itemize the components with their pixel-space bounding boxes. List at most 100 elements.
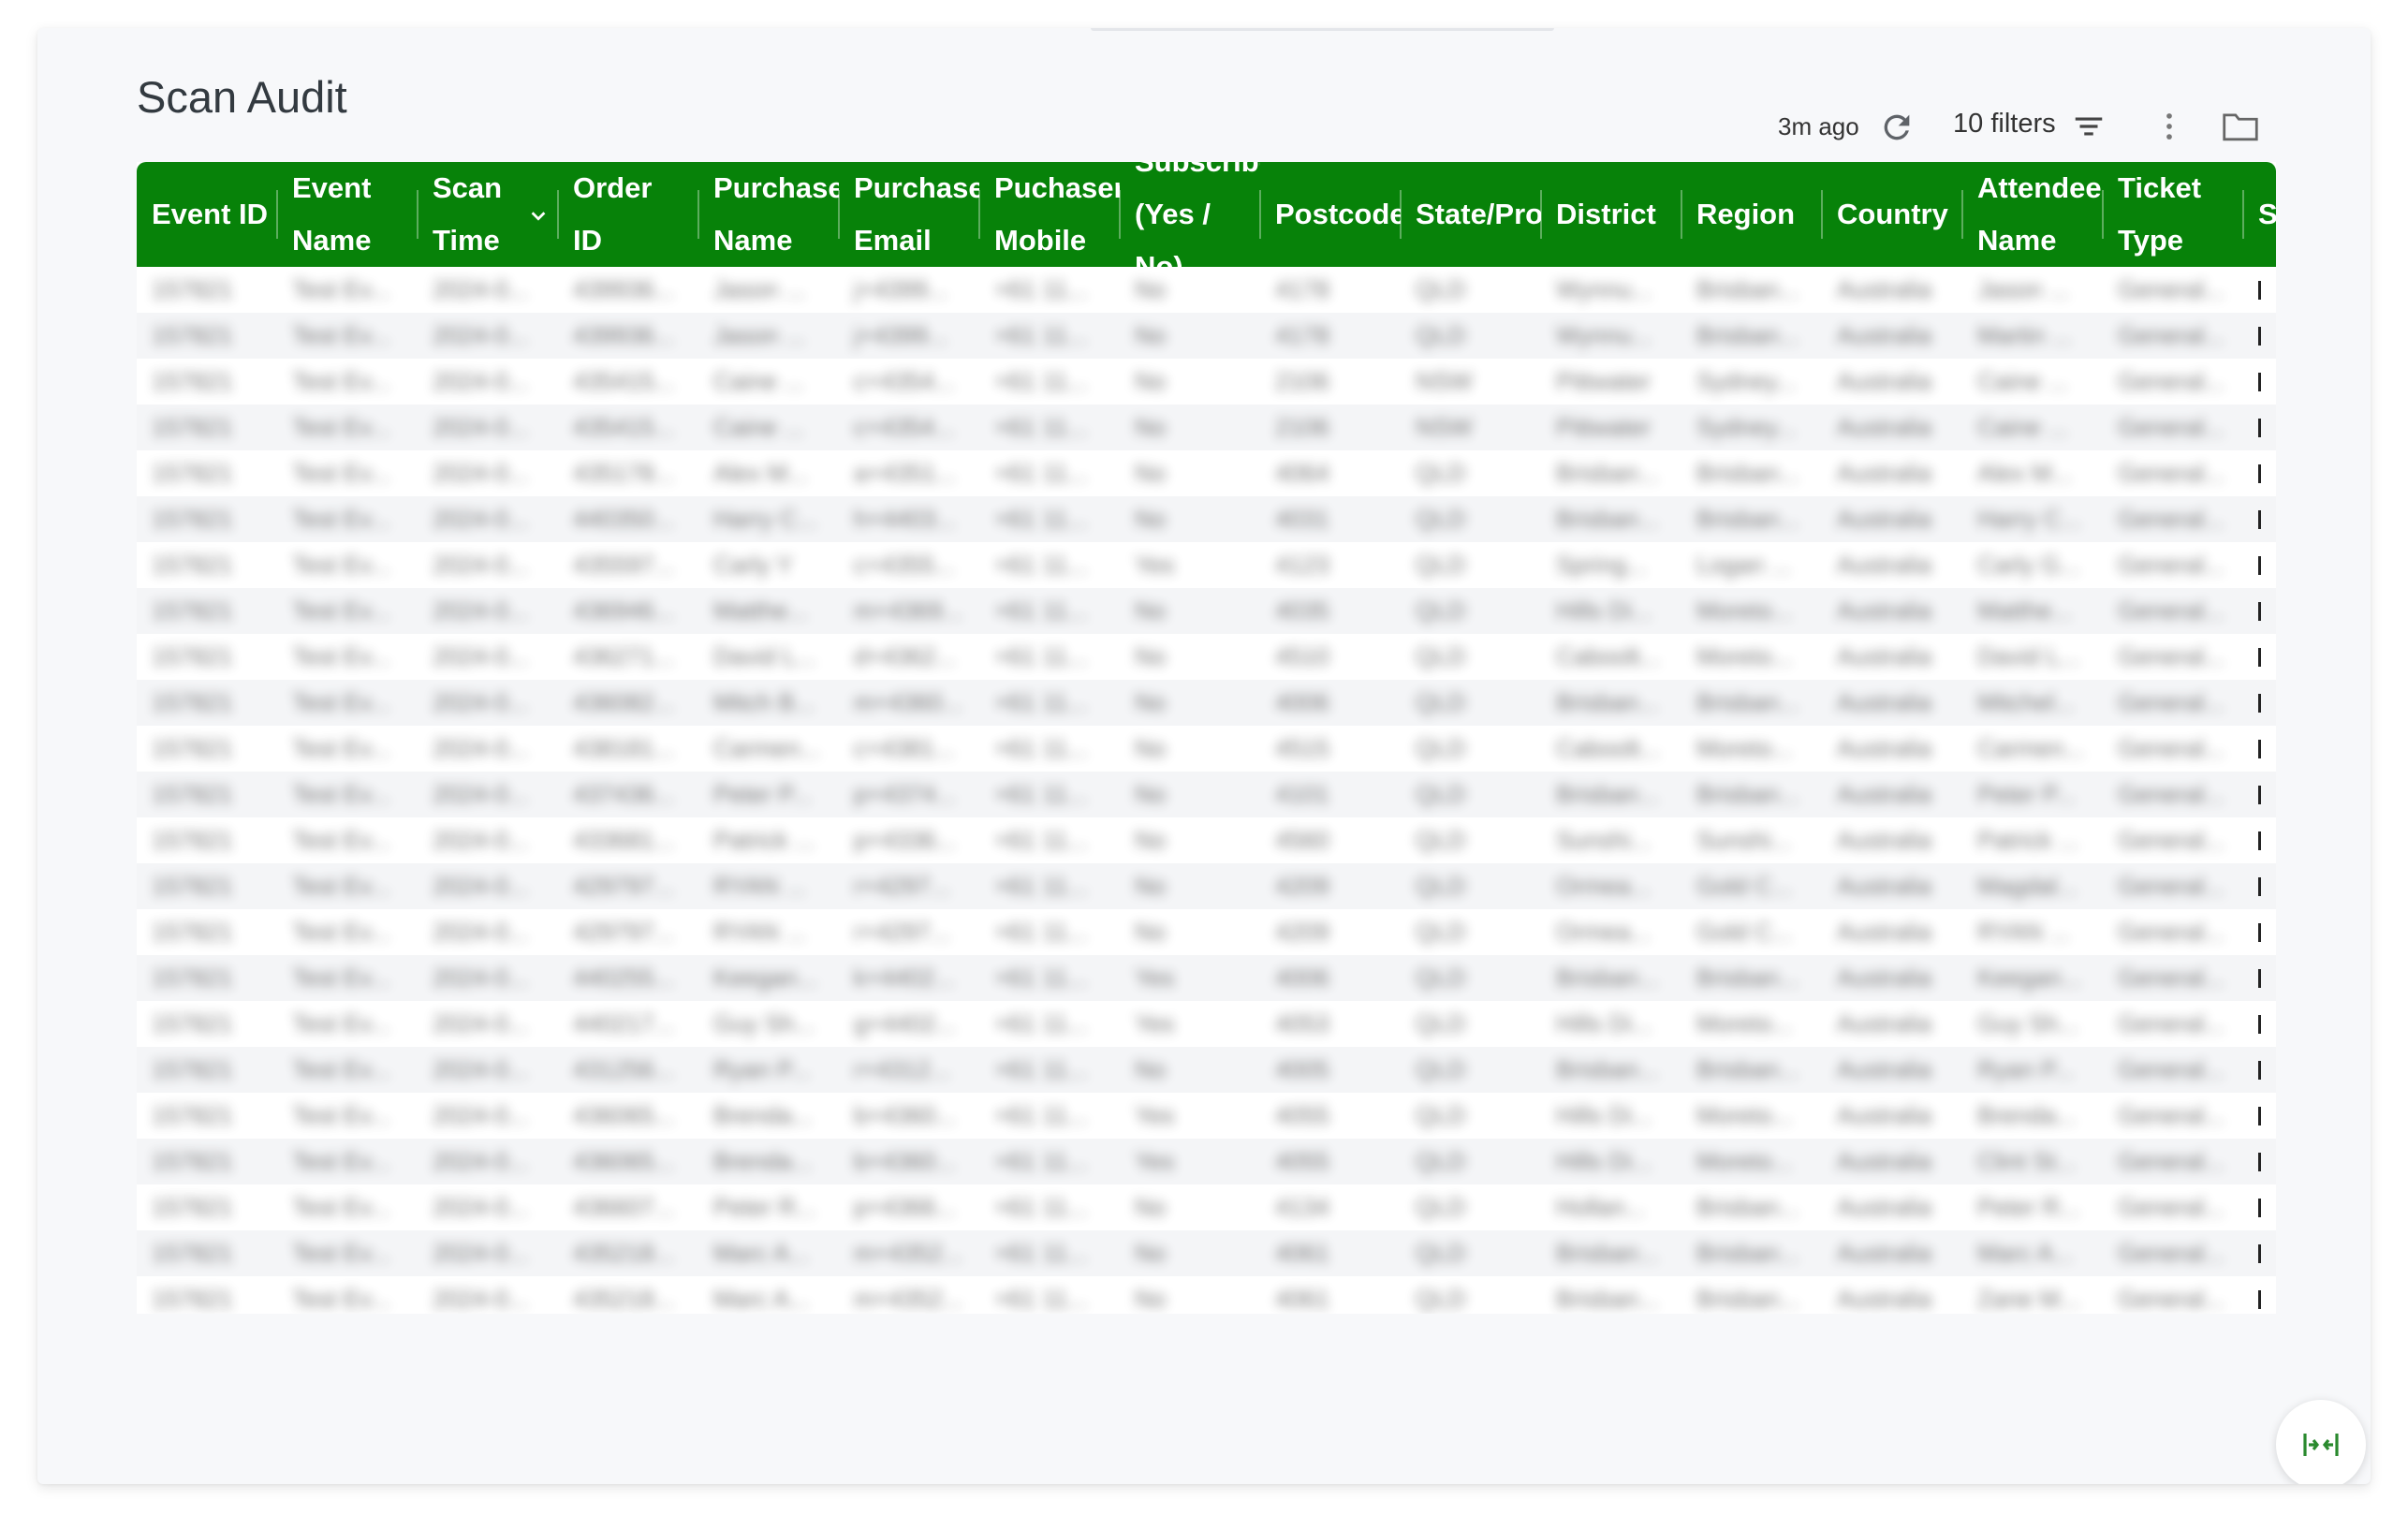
drag-handle[interactable]: [1091, 28, 1554, 31]
folder-icon[interactable]: [2221, 109, 2260, 144]
column-separator[interactable]: [1821, 190, 1823, 239]
column-header[interactable]: Region: [1681, 162, 1822, 267]
more-vert-icon[interactable]: [2151, 109, 2187, 144]
table-cell: 4006: [1275, 688, 1329, 716]
column-header[interactable]: Event Name: [277, 162, 418, 267]
table-row[interactable]: 157821 Test Ev... 2024-0... 435218... Marc A…: [137, 1230, 2276, 1276]
table-cell: General...: [2118, 1193, 2225, 1221]
column-header[interactable]: Ticket Type: [2103, 162, 2243, 267]
fit-width-icon: [2303, 1434, 2339, 1456]
column-header[interactable]: Scan Time: [418, 162, 558, 267]
column-header[interactable]: State/Province: [1401, 162, 1541, 267]
table-cell: Test Ev...: [292, 459, 390, 487]
column-header[interactable]: Subscribed (Yes / No): [1120, 162, 1260, 267]
table-row[interactable]: 157821 Test Ev... 2024-0... 435415... Caine …: [137, 405, 2276, 450]
table-row[interactable]: 157821 Test Ev... 2024-0... 440217... Guy Sh…: [137, 1001, 2276, 1047]
column-header[interactable]: Country: [1822, 162, 1962, 267]
table-cell: Test Ev...: [292, 964, 390, 992]
table-row[interactable]: 157821 Test Ev... 2024-0... 436065... Brenda…: [137, 1093, 2276, 1139]
table-cell: General...: [2118, 321, 2225, 349]
column-separator[interactable]: [417, 190, 418, 239]
table-cell: Test Ev...: [292, 734, 390, 762]
table-row[interactable]: 157821 Test Ev... 2024-0... 435415... Caine …: [137, 359, 2276, 405]
table-cell: Test Ev...: [292, 551, 390, 579]
column-header[interactable]: Puchaser Mobile: [979, 162, 1120, 267]
column-header[interactable]: Purchaser Email: [839, 162, 979, 267]
table-row[interactable]: 157821 Test Ev... 2024-0... 436607... Peter …: [137, 1184, 2276, 1230]
column-separator[interactable]: [1540, 190, 1542, 239]
column-header[interactable]: Postcode: [1260, 162, 1401, 267]
table-cell: Australia: [1837, 780, 1932, 808]
table-cell: 157821: [152, 1009, 233, 1037]
table-row[interactable]: 157821 Test Ev... 2024-0... 439936... Jason …: [137, 313, 2276, 359]
sort-desc-icon[interactable]: [528, 205, 549, 226]
table-cell: Caine ...: [713, 413, 804, 441]
table-cell: m+4369...: [854, 596, 963, 625]
table-cell: +61 11...: [994, 596, 1088, 625]
table-row[interactable]: 157821 Test Ev... 2024-0... 440350... Harry …: [137, 496, 2276, 542]
table-row[interactable]: 157821 Test Ev... 2024-0... 436271... David …: [137, 634, 2276, 680]
filters-count-button[interactable]: 10 filters: [1953, 109, 2056, 140]
table-cell: Test Ev...: [292, 1101, 390, 1129]
table-cell: No: [1135, 1285, 1167, 1313]
truncated-cell-edge: [2258, 327, 2261, 346]
table-row[interactable]: 157821 Test Ev... 2024-0... 429797... RYAN .…: [137, 863, 2276, 909]
table-row[interactable]: 157821 Test Ev... 2024-0... 435218... Marc A…: [137, 1276, 2276, 1314]
table-cell: 2024-0...: [433, 918, 529, 946]
table-row[interactable]: 157821 Test Ev... 2024-0... 436946... Matthe…: [137, 588, 2276, 634]
column-separator[interactable]: [2102, 190, 2104, 239]
table-cell: Brisban...: [1696, 505, 1799, 533]
table-row[interactable]: 157821 Test Ev... 2024-0... 440255... Keegan…: [137, 955, 2276, 1001]
column-header[interactable]: Attendee Name: [1962, 162, 2103, 267]
table-row[interactable]: 157821 Test Ev... 2024-0... 433681... Patric…: [137, 817, 2276, 863]
column-separator[interactable]: [2242, 190, 2244, 239]
table-cell: 2024-0...: [433, 551, 529, 579]
table-row[interactable]: 157821 Test Ev... 2024-0... 439936... Jason …: [137, 267, 2276, 313]
table-cell: Pittwater: [1556, 413, 1652, 441]
column-separator[interactable]: [697, 190, 699, 239]
table-row[interactable]: 157821 Test Ev... 2024-0... 437436... Peter …: [137, 772, 2276, 817]
column-separator[interactable]: [1400, 190, 1402, 239]
table-row[interactable]: 157821 Test Ev... 2024-0... 438181... Carmen…: [137, 726, 2276, 772]
column-header[interactable]: Event ID: [137, 162, 277, 267]
table-row[interactable]: 157821 Test Ev... 2024-0... 431256... Ryan P…: [137, 1047, 2276, 1093]
column-header[interactable]: S: [2243, 162, 2276, 267]
table-cell: QLD: [1416, 596, 1466, 625]
table-cell: 157821: [152, 367, 233, 395]
truncated-cell-edge: [2258, 1290, 2261, 1309]
column-header[interactable]: District: [1541, 162, 1681, 267]
table-row[interactable]: 157821 Test Ev... 2024-0... 436065... Brenda…: [137, 1139, 2276, 1184]
table-cell: r+4297...: [854, 918, 951, 946]
table-cell: Brisban...: [1696, 964, 1799, 992]
column-header[interactable]: Order ID: [558, 162, 698, 267]
column-separator[interactable]: [838, 190, 840, 239]
refresh-icon[interactable]: [1878, 109, 1916, 146]
column-separator[interactable]: [978, 190, 980, 239]
column-header[interactable]: Purchaser Name: [698, 162, 839, 267]
table-cell: General...: [2118, 964, 2225, 992]
table-cell: Yes: [1135, 964, 1175, 992]
column-separator[interactable]: [1119, 190, 1121, 239]
table-cell: Test Ev...: [292, 321, 390, 349]
table-cell: Moreto...: [1696, 1147, 1793, 1175]
filter-icon[interactable]: [2071, 109, 2107, 144]
column-separator[interactable]: [1961, 190, 1963, 239]
table-row[interactable]: 157821 Test Ev... 2024-0... 436082... Mitch …: [137, 680, 2276, 726]
table-cell: Test Ev...: [292, 872, 390, 900]
table-cell: 2024-0...: [433, 1101, 529, 1129]
column-separator[interactable]: [276, 190, 278, 239]
column-separator[interactable]: [1681, 190, 1682, 239]
table-cell: +61 11...: [994, 642, 1088, 670]
table-cell: QLD: [1416, 551, 1466, 579]
table-cell: m+4352...: [854, 1239, 963, 1267]
table-cell: Alex M...: [1977, 459, 2073, 487]
column-separator[interactable]: [1259, 190, 1261, 239]
table-cell: 440255...: [573, 964, 675, 992]
table-row[interactable]: 157821 Test Ev... 2024-0... 429797... RYAN .…: [137, 909, 2276, 955]
table-cell: QLD: [1416, 1193, 1466, 1221]
column-separator[interactable]: [557, 190, 559, 239]
table-cell: No: [1135, 321, 1167, 349]
table-row[interactable]: 157821 Test Ev... 2024-0... 435597... Carly …: [137, 542, 2276, 588]
fit-columns-button[interactable]: [2276, 1400, 2366, 1484]
table-row[interactable]: 157821 Test Ev... 2024-0... 435178... Alex M…: [137, 450, 2276, 496]
